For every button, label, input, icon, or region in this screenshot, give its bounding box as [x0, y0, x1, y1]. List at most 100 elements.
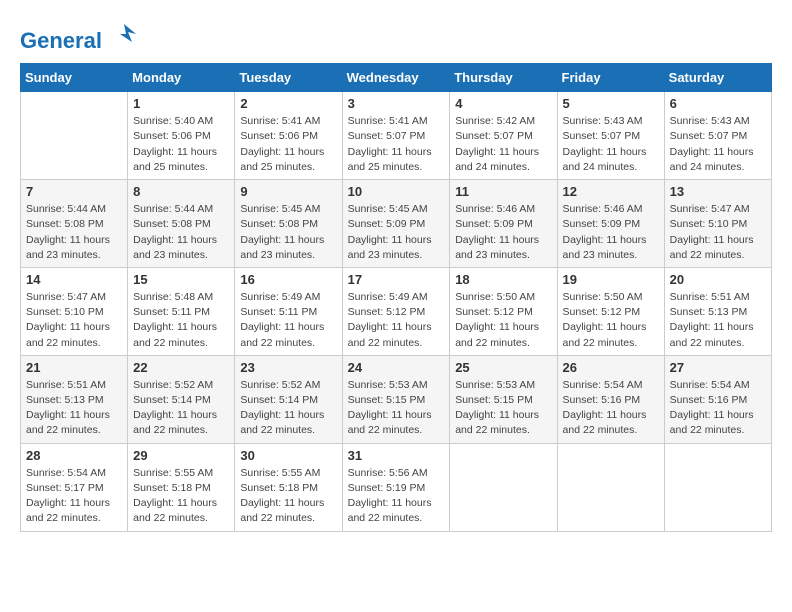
day-number: 14	[26, 272, 122, 287]
calendar-cell: 18 Sunrise: 5:50 AMSunset: 5:12 PMDayligh…	[450, 267, 557, 355]
header-sunday: Sunday	[21, 64, 128, 92]
calendar-cell: 8 Sunrise: 5:44 AMSunset: 5:08 PMDaylight…	[128, 180, 235, 268]
calendar-cell: 6 Sunrise: 5:43 AMSunset: 5:07 PMDaylight…	[664, 92, 771, 180]
calendar-cell: 3Sunrise: 5:41 AMSunset: 5:07 PMDaylight…	[342, 92, 450, 180]
day-number: 30	[240, 448, 336, 463]
calendar-week-3: 14 Sunrise: 5:47 AMSunset: 5:10 PMDayligh…	[21, 267, 772, 355]
calendar-cell: 17Sunrise: 5:49 AMSunset: 5:12 PMDayligh…	[342, 267, 450, 355]
day-info: Sunrise: 5:47 AMSunset: 5:10 PMDaylight:…	[26, 290, 122, 351]
day-info: Sunrise: 5:44 AMSunset: 5:08 PMDaylight:…	[133, 202, 229, 263]
calendar-cell: 2 Sunrise: 5:41 AMSunset: 5:06 PMDaylight…	[235, 92, 342, 180]
calendar-cell: 9 Sunrise: 5:45 AMSunset: 5:08 PMDaylight…	[235, 180, 342, 268]
day-info: Sunrise: 5:53 AMSunset: 5:15 PMDaylight:…	[455, 378, 551, 439]
calendar-cell: 20 Sunrise: 5:51 AMSunset: 5:13 PMDayligh…	[664, 267, 771, 355]
logo-bird-icon	[110, 20, 138, 48]
day-number: 25	[455, 360, 551, 375]
page-header: General	[20, 20, 772, 53]
header-thursday: Thursday	[450, 64, 557, 92]
header-friday: Friday	[557, 64, 664, 92]
day-number: 27	[670, 360, 766, 375]
day-info: Sunrise: 5:52 AMSunset: 5:14 PMDaylight:…	[240, 378, 336, 439]
calendar-cell	[664, 443, 771, 531]
day-number: 28	[26, 448, 122, 463]
day-number: 11	[455, 184, 551, 199]
day-info: Sunrise: 5:46 AMSunset: 5:09 PMDaylight:…	[563, 202, 659, 263]
calendar-cell: 12 Sunrise: 5:46 AMSunset: 5:09 PMDayligh…	[557, 180, 664, 268]
day-info: Sunrise: 5:54 AMSunset: 5:17 PMDaylight:…	[26, 466, 122, 527]
logo-text: General	[20, 20, 138, 53]
day-number: 26	[563, 360, 659, 375]
calendar-cell: 16 Sunrise: 5:49 AMSunset: 5:11 PMDayligh…	[235, 267, 342, 355]
day-number: 18	[455, 272, 551, 287]
day-number: 15	[133, 272, 229, 287]
calendar-cell: 31 Sunrise: 5:56 AMSunset: 5:19 PMDayligh…	[342, 443, 450, 531]
day-number: 4	[455, 96, 551, 111]
calendar-cell: 7 Sunrise: 5:44 AMSunset: 5:08 PMDaylight…	[21, 180, 128, 268]
calendar-cell: 30 Sunrise: 5:55 AMSunset: 5:18 PMDayligh…	[235, 443, 342, 531]
calendar-cell: 19 Sunrise: 5:50 AMSunset: 5:12 PMDayligh…	[557, 267, 664, 355]
day-number: 20	[670, 272, 766, 287]
calendar-cell: 1 Sunrise: 5:40 AMSunset: 5:06 PMDaylight…	[128, 92, 235, 180]
day-number: 7	[26, 184, 122, 199]
day-info: Sunrise: 5:50 AMSunset: 5:12 PMDaylight:…	[563, 290, 659, 351]
header-saturday: Saturday	[664, 64, 771, 92]
day-number: 17	[348, 272, 445, 287]
day-info: Sunrise: 5:56 AMSunset: 5:19 PMDaylight:…	[348, 466, 445, 527]
calendar-cell: 23 Sunrise: 5:52 AMSunset: 5:14 PMDayligh…	[235, 355, 342, 443]
day-number: 23	[240, 360, 336, 375]
day-info: Sunrise: 5:41 AMSunset: 5:06 PMDaylight:…	[240, 114, 336, 175]
day-number: 19	[563, 272, 659, 287]
calendar-cell: 15Sunrise: 5:48 AMSunset: 5:11 PMDayligh…	[128, 267, 235, 355]
day-info: Sunrise: 5:45 AMSunset: 5:08 PMDaylight:…	[240, 202, 336, 263]
calendar-week-4: 21Sunrise: 5:51 AMSunset: 5:13 PMDayligh…	[21, 355, 772, 443]
day-info: Sunrise: 5:44 AMSunset: 5:08 PMDaylight:…	[26, 202, 122, 263]
calendar-cell: 21Sunrise: 5:51 AMSunset: 5:13 PMDayligh…	[21, 355, 128, 443]
calendar-week-2: 7 Sunrise: 5:44 AMSunset: 5:08 PMDaylight…	[21, 180, 772, 268]
day-number: 31	[348, 448, 445, 463]
day-info: Sunrise: 5:43 AMSunset: 5:07 PMDaylight:…	[670, 114, 766, 175]
day-info: Sunrise: 5:47 AMSunset: 5:10 PMDaylight:…	[670, 202, 766, 263]
day-info: Sunrise: 5:43 AMSunset: 5:07 PMDaylight:…	[563, 114, 659, 175]
calendar-cell: 5Sunrise: 5:43 AMSunset: 5:07 PMDaylight…	[557, 92, 664, 180]
calendar-cell: 26 Sunrise: 5:54 AMSunset: 5:16 PMDayligh…	[557, 355, 664, 443]
calendar-cell: 27Sunrise: 5:54 AMSunset: 5:16 PMDayligh…	[664, 355, 771, 443]
day-info: Sunrise: 5:49 AMSunset: 5:11 PMDaylight:…	[240, 290, 336, 351]
day-number: 22	[133, 360, 229, 375]
day-number: 1	[133, 96, 229, 111]
calendar-cell: 4 Sunrise: 5:42 AMSunset: 5:07 PMDaylight…	[450, 92, 557, 180]
calendar-cell	[450, 443, 557, 531]
day-info: Sunrise: 5:42 AMSunset: 5:07 PMDaylight:…	[455, 114, 551, 175]
day-number: 9	[240, 184, 336, 199]
day-number: 24	[348, 360, 445, 375]
calendar-cell: 29 Sunrise: 5:55 AMSunset: 5:18 PMDayligh…	[128, 443, 235, 531]
calendar-cell: 22 Sunrise: 5:52 AMSunset: 5:14 PMDayligh…	[128, 355, 235, 443]
day-number: 2	[240, 96, 336, 111]
day-info: Sunrise: 5:52 AMSunset: 5:14 PMDaylight:…	[133, 378, 229, 439]
day-info: Sunrise: 5:50 AMSunset: 5:12 PMDaylight:…	[455, 290, 551, 351]
calendar-cell: 13Sunrise: 5:47 AMSunset: 5:10 PMDayligh…	[664, 180, 771, 268]
day-number: 29	[133, 448, 229, 463]
day-number: 16	[240, 272, 336, 287]
day-number: 3	[348, 96, 445, 111]
calendar-header-row: SundayMondayTuesdayWednesdayThursdayFrid…	[21, 64, 772, 92]
day-number: 6	[670, 96, 766, 111]
day-info: Sunrise: 5:55 AMSunset: 5:18 PMDaylight:…	[240, 466, 336, 527]
calendar-week-1: 1 Sunrise: 5:40 AMSunset: 5:06 PMDaylight…	[21, 92, 772, 180]
calendar-cell: 25 Sunrise: 5:53 AMSunset: 5:15 PMDayligh…	[450, 355, 557, 443]
calendar-week-5: 28 Sunrise: 5:54 AMSunset: 5:17 PMDayligh…	[21, 443, 772, 531]
day-info: Sunrise: 5:54 AMSunset: 5:16 PMDaylight:…	[563, 378, 659, 439]
day-number: 12	[563, 184, 659, 199]
day-info: Sunrise: 5:51 AMSunset: 5:13 PMDaylight:…	[670, 290, 766, 351]
header-wednesday: Wednesday	[342, 64, 450, 92]
logo: General	[20, 20, 138, 53]
header-monday: Monday	[128, 64, 235, 92]
day-info: Sunrise: 5:40 AMSunset: 5:06 PMDaylight:…	[133, 114, 229, 175]
day-info: Sunrise: 5:53 AMSunset: 5:15 PMDaylight:…	[348, 378, 445, 439]
day-info: Sunrise: 5:46 AMSunset: 5:09 PMDaylight:…	[455, 202, 551, 263]
calendar-cell	[21, 92, 128, 180]
day-info: Sunrise: 5:45 AMSunset: 5:09 PMDaylight:…	[348, 202, 445, 263]
day-info: Sunrise: 5:55 AMSunset: 5:18 PMDaylight:…	[133, 466, 229, 527]
day-number: 10	[348, 184, 445, 199]
day-number: 8	[133, 184, 229, 199]
day-info: Sunrise: 5:51 AMSunset: 5:13 PMDaylight:…	[26, 378, 122, 439]
